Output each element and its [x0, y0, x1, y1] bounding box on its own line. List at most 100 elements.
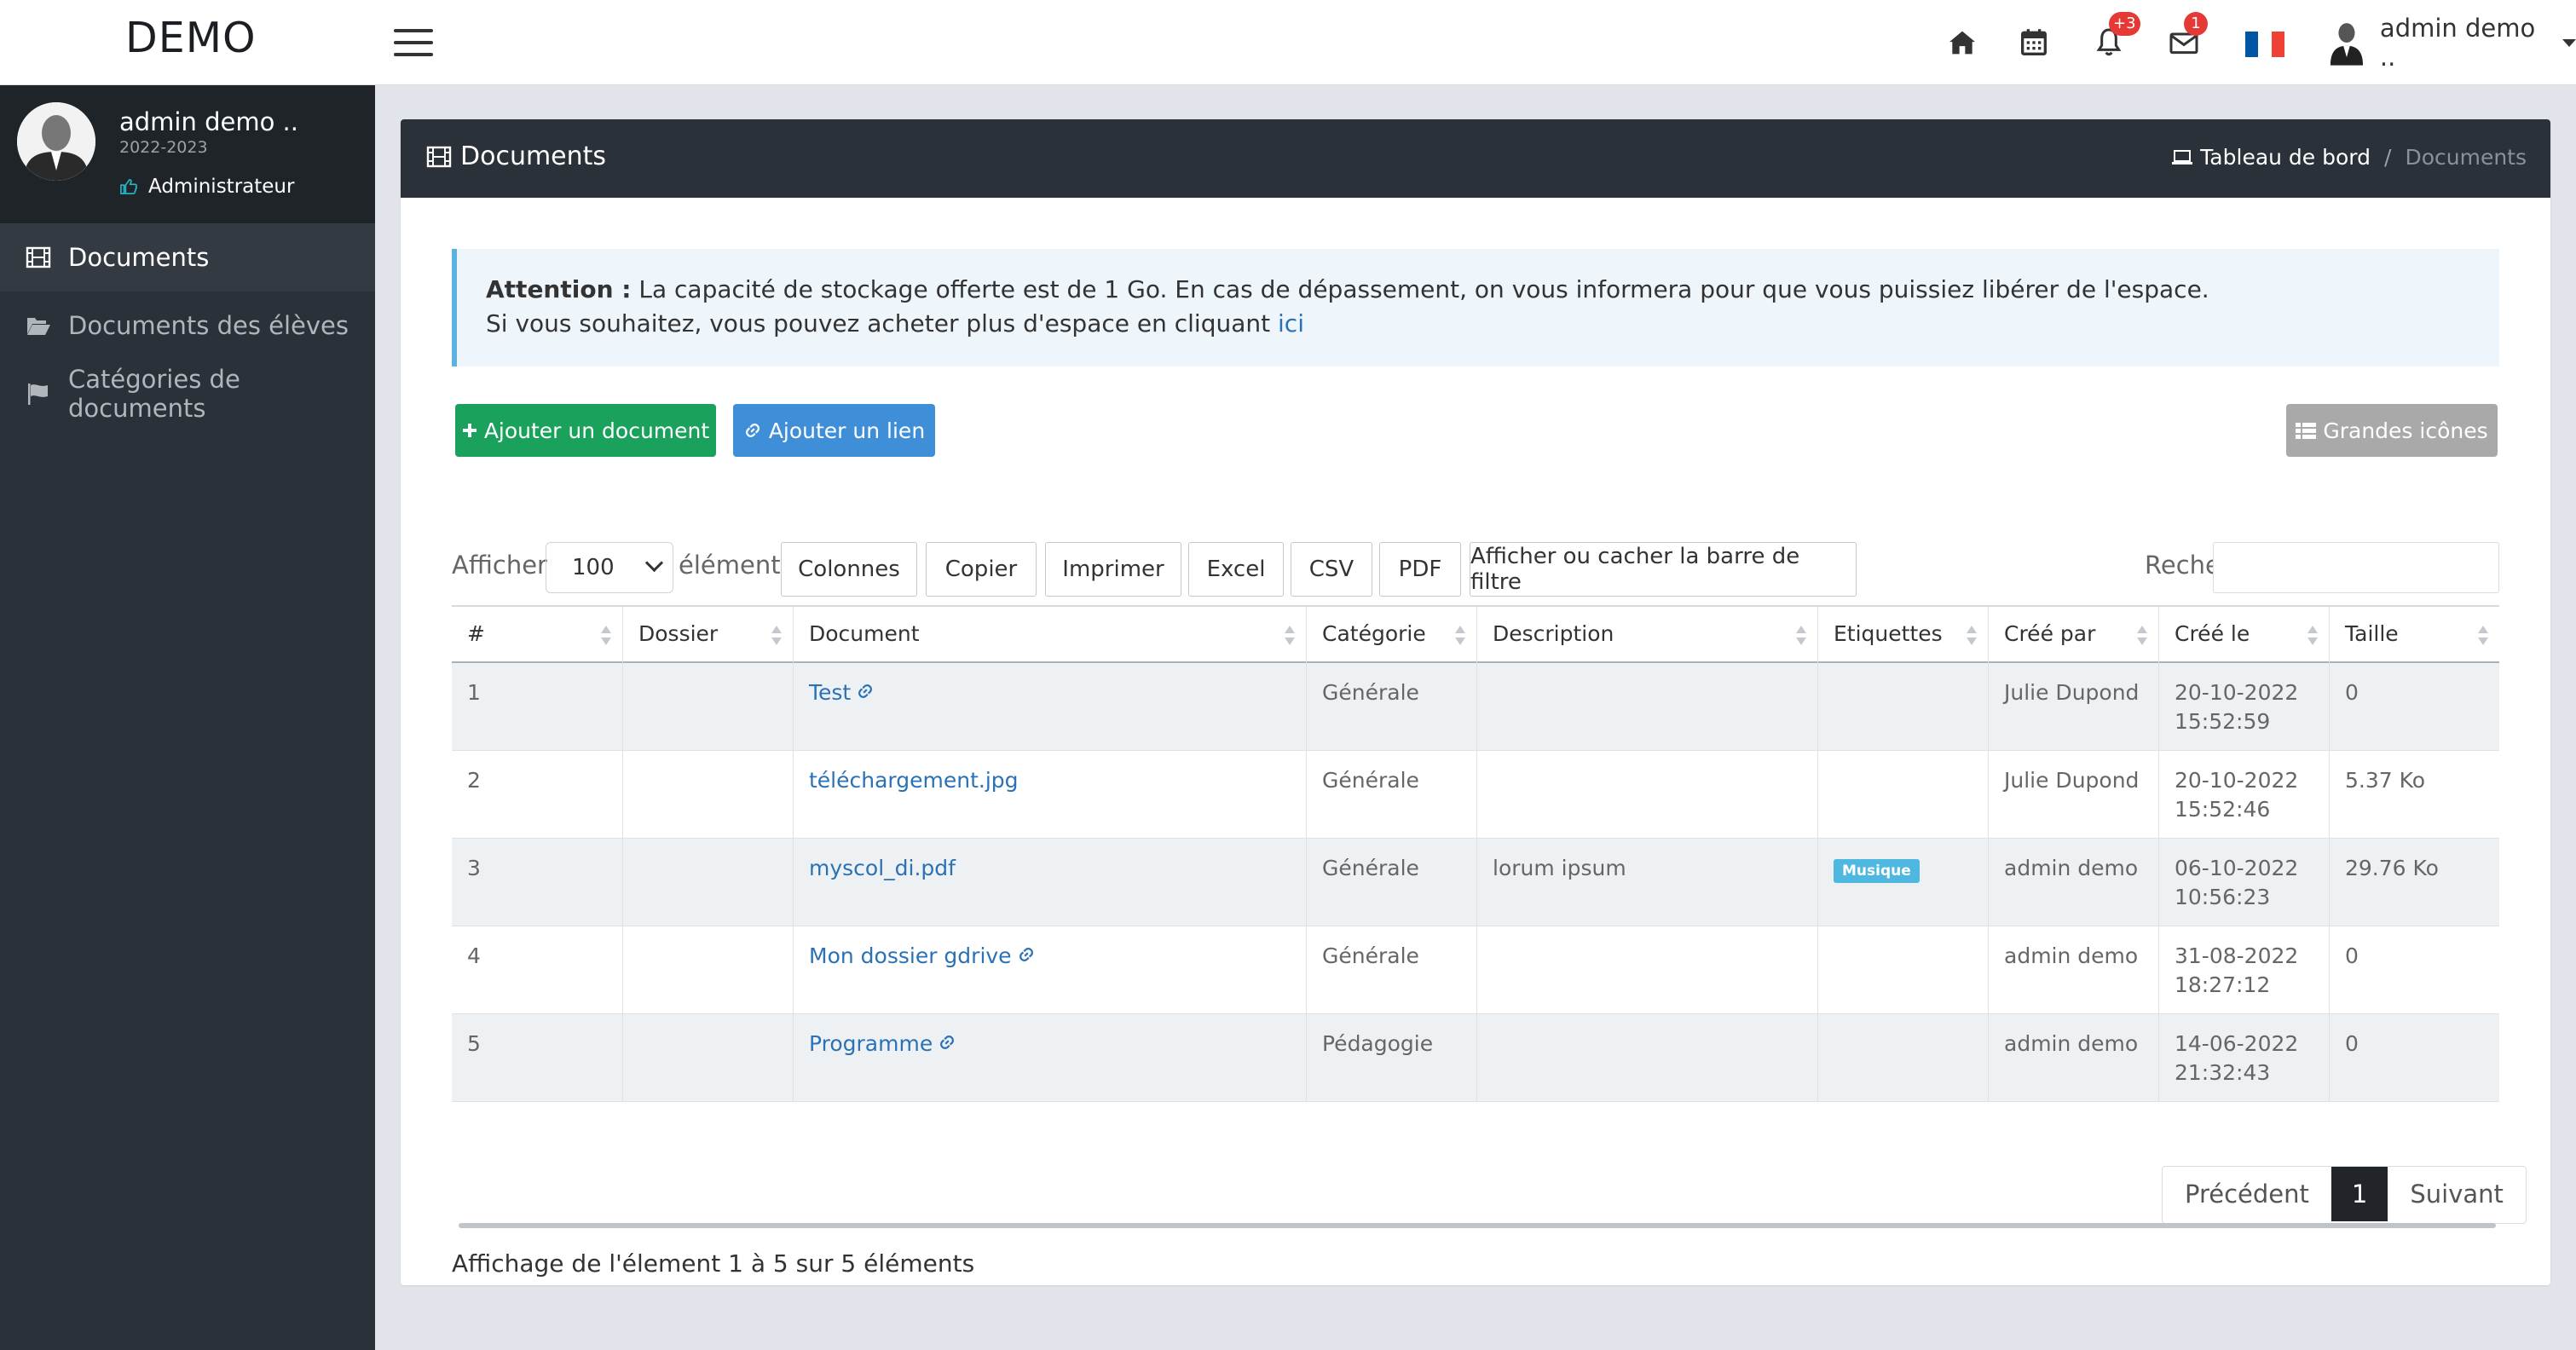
hamburger-line	[394, 29, 433, 32]
column-header-label: Créé par	[2004, 621, 2096, 646]
print-button[interactable]: Imprimer	[1045, 542, 1181, 597]
cell-number: 3	[467, 856, 481, 880]
flag-stripe-white	[2258, 32, 2272, 57]
breadcrumb: Tableau de bord / Documents	[2171, 145, 2527, 170]
column-header-label: Document	[809, 621, 920, 646]
column-header-created-at[interactable]: Créé le	[2158, 607, 2329, 663]
caret-down-icon	[2562, 38, 2576, 47]
column-header-label: Description	[1493, 621, 1614, 646]
flag-stripe-red	[2271, 32, 2284, 57]
document-link[interactable]: Mon dossier gdrive	[809, 943, 1012, 968]
home-icon[interactable]	[1945, 26, 1979, 60]
page-title: Documents	[426, 141, 606, 171]
csv-button[interactable]: CSV	[1291, 542, 1372, 597]
cell-description	[1476, 663, 1817, 751]
card-header: Documents Tableau de bord / Documents	[401, 119, 2550, 198]
sidebar-item-label: Documents des élèves	[68, 311, 349, 340]
folder-open-icon	[27, 318, 50, 335]
column-header-label: Etiquettes	[1834, 621, 1943, 646]
sidebar-toggle-button[interactable]	[394, 29, 433, 56]
column-header-size[interactable]: Taille	[2329, 607, 2499, 663]
brand-logo[interactable]: DEMO	[125, 14, 257, 62]
created-date: 31-08-2022	[2175, 943, 2299, 968]
table-row[interactable]: 3 myscol_di.pdf Générale lorum ipsum Musique…	[452, 839, 2499, 926]
cell-number: 4	[467, 943, 481, 968]
cell-document: Mon dossier gdrive	[793, 926, 1306, 1014]
search-input[interactable]	[2213, 542, 2499, 593]
sidebar-item-document-categories[interactable]: Catégories de documents	[0, 360, 375, 428]
document-link[interactable]: téléchargement.jpg	[809, 768, 1019, 793]
hamburger-line	[394, 53, 433, 56]
column-header-folder[interactable]: Dossier	[622, 607, 793, 663]
document-link[interactable]: myscol_di.pdf	[809, 856, 956, 880]
messages-envelope-icon[interactable]: 1	[2167, 12, 2208, 60]
cell-document: téléchargement.jpg	[793, 751, 1306, 839]
link-icon	[1017, 943, 1036, 972]
pagination-next-button[interactable]: Suivant	[2388, 1167, 2526, 1221]
flag-stripe-blue	[2245, 32, 2259, 57]
profile-name[interactable]: admin demo ..	[119, 107, 298, 136]
page-length-suffix: éléments	[679, 551, 794, 580]
pdf-button[interactable]: PDF	[1379, 542, 1461, 597]
sort-icon	[771, 626, 783, 646]
table-row[interactable]: 1 Test Générale Julie Dupond 20-10-2022 15:52…	[452, 663, 2499, 751]
cell-created-by: Julie Dupond	[1988, 663, 2158, 751]
table-row[interactable]: 4 Mon dossier gdrive Générale admin demo 31-…	[452, 926, 2499, 1014]
notifications-bell-icon[interactable]: +3	[2092, 12, 2140, 60]
column-header-category[interactable]: Catégorie	[1306, 607, 1476, 663]
sort-icon	[1795, 626, 1807, 646]
language-flag-french[interactable]	[2245, 32, 2284, 57]
calendar-icon[interactable]	[2017, 26, 2051, 60]
flag-icon	[28, 384, 48, 405]
copy-button[interactable]: Copier	[926, 542, 1037, 597]
columns-button[interactable]: Colonnes	[781, 542, 917, 597]
created-time: 15:52:46	[2175, 797, 2271, 822]
column-header-description[interactable]: Description	[1476, 607, 1817, 663]
document-link[interactable]: Programme	[809, 1031, 933, 1056]
chevron-down-icon	[644, 553, 664, 573]
page-length-label: Afficher	[452, 551, 547, 580]
sort-icon	[1284, 626, 1296, 646]
created-time: 18:27:12	[2175, 972, 2271, 997]
sidebar-item-label: Catégories de documents	[68, 365, 240, 423]
table-row[interactable]: 2 téléchargement.jpg Générale Julie Dupond 2…	[452, 751, 2499, 839]
cell-tags	[1817, 926, 1988, 1014]
created-date: 14-06-2022	[2175, 1031, 2299, 1056]
table-info: Affichage de l'élement 1 à 5 sur 5 éléme…	[452, 1249, 975, 1278]
cell-tags	[1817, 663, 1988, 751]
cell-size: 0	[2329, 1014, 2499, 1102]
breadcrumb-dashboard-link[interactable]: Tableau de bord	[2171, 145, 2371, 170]
breadcrumb-dashboard-label: Tableau de bord	[2200, 145, 2371, 170]
created-date: 20-10-2022	[2175, 680, 2299, 705]
column-header-number[interactable]: #	[452, 607, 622, 663]
page-length-select[interactable]: 100	[546, 542, 673, 593]
cell-number: 1	[467, 680, 481, 705]
excel-button[interactable]: Excel	[1188, 542, 1284, 597]
add-document-label: Ajouter un document	[483, 418, 710, 443]
add-link-button[interactable]: Ajouter un lien	[733, 404, 935, 457]
alert-line-1: Attention : La capacité de stockage offe…	[486, 273, 2470, 307]
toggle-filter-bar-button[interactable]: Afficher ou cacher la barre de filtre	[1470, 542, 1857, 597]
created-time: 10:56:23	[2175, 885, 2271, 909]
pagination-page-1[interactable]: 1	[2331, 1167, 2388, 1221]
cell-description	[1476, 751, 1817, 839]
sort-icon	[2136, 626, 2148, 646]
table-row[interactable]: 5 Programme Pédagogie admin demo 14-06-2022 2…	[452, 1014, 2499, 1102]
sidebar-item-student-documents[interactable]: Documents des élèves	[0, 291, 375, 360]
sidebar-item-documents[interactable]: Documents	[0, 223, 375, 291]
cell-category: Générale	[1306, 839, 1476, 926]
cell-created-at: 31-08-2022 18:27:12	[2158, 926, 2329, 1014]
buy-storage-link[interactable]: ici	[1278, 309, 1304, 338]
big-icons-view-button[interactable]: Grandes icônes	[2286, 404, 2498, 457]
sort-icon	[1966, 626, 1978, 646]
document-link[interactable]: Test	[809, 680, 851, 705]
cell-tags	[1817, 751, 1988, 839]
user-menu-dropdown[interactable]: admin demo ..	[2329, 14, 2576, 72]
column-header-created-by[interactable]: Créé par	[1988, 607, 2158, 663]
horizontal-scrollbar[interactable]	[459, 1223, 2496, 1228]
column-header-tags[interactable]: Etiquettes	[1817, 607, 1988, 663]
pagination-previous-button[interactable]: Précédent	[2163, 1167, 2331, 1221]
profile-avatar	[17, 102, 95, 181]
column-header-document[interactable]: Document	[793, 607, 1306, 663]
add-document-button[interactable]: Ajouter un document	[455, 404, 716, 457]
